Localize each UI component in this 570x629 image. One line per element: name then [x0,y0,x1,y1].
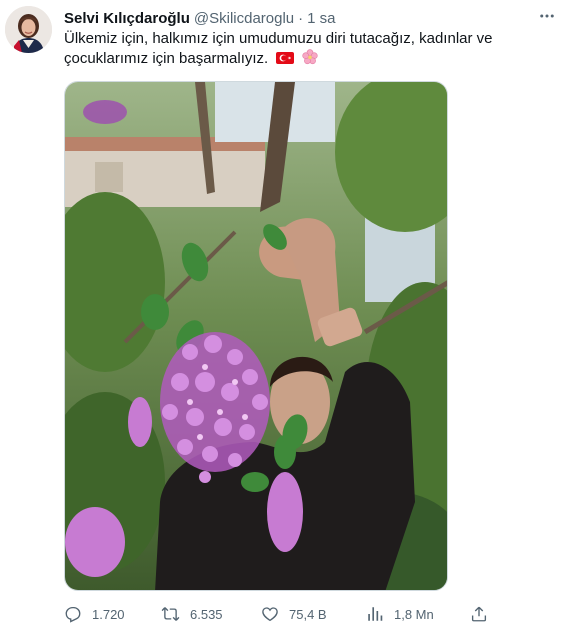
share-button[interactable] [470,600,488,628]
more-options-button[interactable] [536,6,558,26]
more-icon [540,14,554,18]
heart-icon [262,607,278,622]
reply-icon [65,606,81,623]
avatar[interactable] [5,6,52,53]
author-handle[interactable]: @Skilicdaroglu [194,10,294,27]
tweet-header: Selvi Kılıçdaroğlu @Skilicdaroglu · 1 sa [64,8,556,28]
repost-button[interactable]: 6.535 [161,600,223,628]
tweet-text: Ülkemiz için, halkımız için umudumuzu di… [64,29,534,69]
timestamp[interactable]: 1 sa [307,10,335,27]
reply-count: 1.720 [92,606,125,622]
tweet-actions: 1.720 6.535 75,4 B 1,8 Mn [64,600,494,628]
view-count: 1,8 Mn [394,606,434,622]
cherry-blossom-icon [301,49,318,65]
photo-lilac-garden [65,82,447,590]
turkey-flag-icon [276,52,295,64]
reply-button[interactable]: 1.720 [64,600,125,628]
repost-icon [161,607,180,621]
tweet: Selvi Kılıçdaroğlu @Skilicdaroglu · 1 sa… [0,0,570,629]
avatar-image [5,6,52,53]
share-icon [471,606,487,622]
like-count: 75,4 B [289,606,327,622]
views-chart-icon [368,607,383,621]
repost-count: 6.535 [190,606,223,622]
like-button[interactable]: 75,4 B [261,600,327,628]
tweet-photo[interactable] [64,81,448,591]
author-name[interactable]: Selvi Kılıçdaroğlu [64,10,190,27]
separator-dot: · [298,9,304,27]
views-button[interactable]: 1,8 Mn [366,600,434,628]
